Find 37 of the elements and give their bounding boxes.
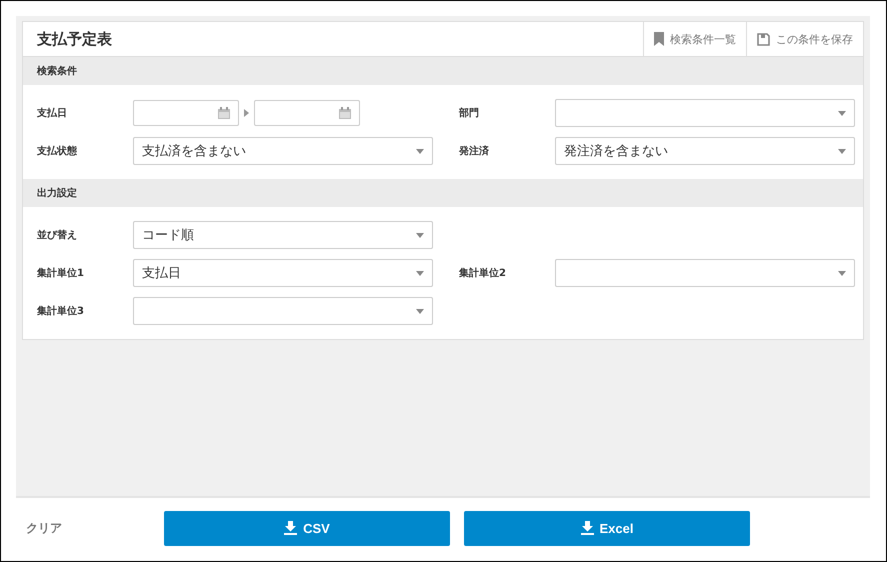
save-icon xyxy=(757,32,770,46)
select-field[interactable]: 発注済を含まない xyxy=(555,137,855,165)
select-field[interactable] xyxy=(555,259,855,287)
caret-icon xyxy=(416,232,424,238)
download-icon xyxy=(284,521,298,535)
section-title: 検索条件 xyxy=(37,64,77,78)
caret-icon xyxy=(838,110,846,116)
select-field[interactable]: 支払日 xyxy=(133,259,433,287)
field-label: 集計単位3 xyxy=(36,304,85,318)
date-field[interactable] xyxy=(254,100,360,126)
caret-icon xyxy=(416,308,424,314)
field-label: 集計単位2 xyxy=(458,266,507,280)
calendar-icon xyxy=(218,107,230,119)
date-field[interactable] xyxy=(133,100,239,126)
field-label: 部門 xyxy=(458,106,480,120)
caret-icon xyxy=(416,148,424,154)
download-button[interactable]: Excel xyxy=(464,510,750,546)
select-field[interactable]: 支払済を含まない xyxy=(133,137,433,165)
calendar-icon xyxy=(339,107,351,119)
field-label: 並び替え xyxy=(36,228,78,242)
select-field[interactable] xyxy=(133,297,433,325)
download-button[interactable]: CSV xyxy=(164,510,450,546)
arrow-icon xyxy=(244,109,249,117)
bookmark-icon xyxy=(654,32,664,46)
caret-icon xyxy=(838,270,846,276)
field-label: 発注済 xyxy=(458,144,490,158)
field-label: 集計単位1 xyxy=(36,266,85,280)
select-field[interactable] xyxy=(555,99,855,127)
download-icon xyxy=(580,521,594,535)
caret-icon xyxy=(416,270,424,276)
field-label: 支払日 xyxy=(36,106,68,120)
select-field[interactable]: コード順 xyxy=(133,221,433,249)
page-title: 支払予定表 xyxy=(36,30,112,48)
section-title: 出力設定 xyxy=(37,186,77,200)
field-label: 支払状態 xyxy=(36,144,78,158)
caret-icon xyxy=(838,148,846,154)
clear-link[interactable]: クリア xyxy=(16,520,150,536)
